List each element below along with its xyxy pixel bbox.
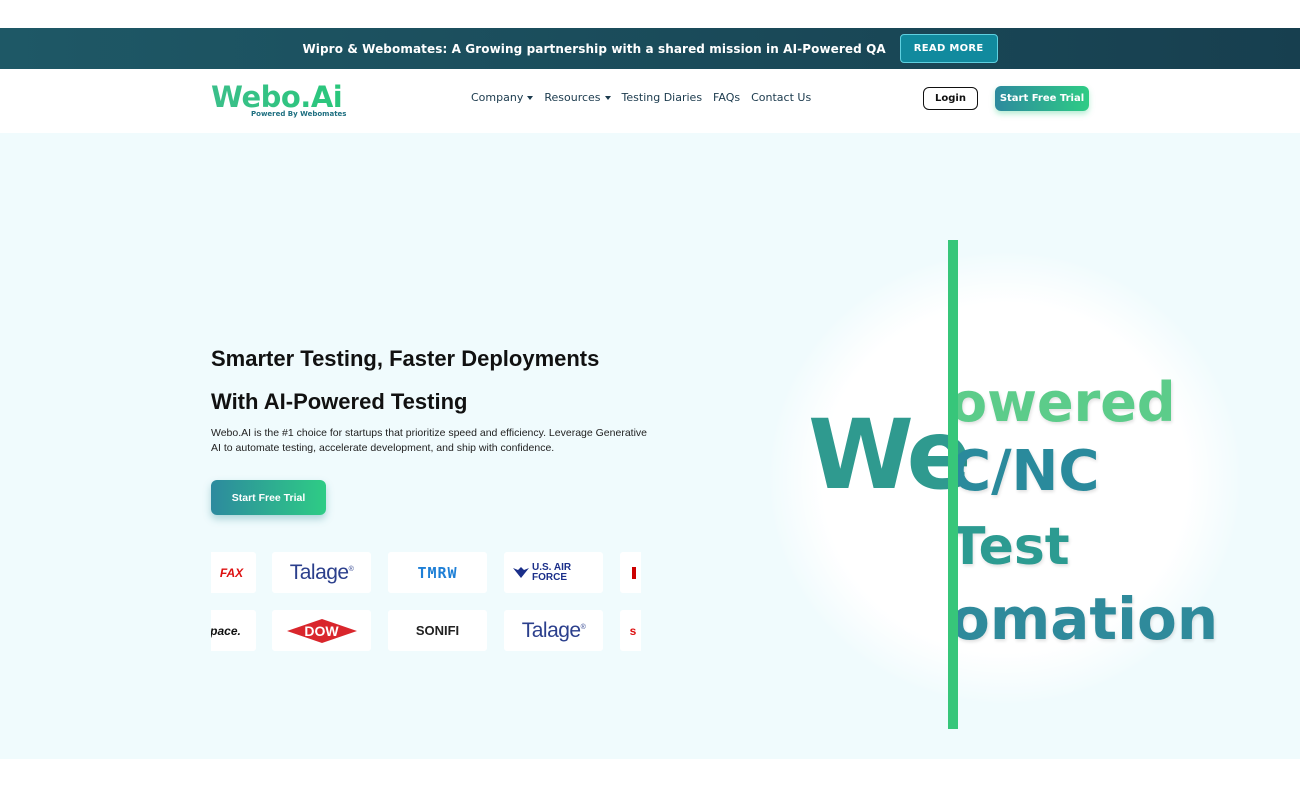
webo-ai-logo[interactable]: Webo.Ai Powered By Webomates (211, 82, 351, 122)
fax-logo: FAX (219, 565, 244, 580)
read-more-button[interactable]: READ MORE (899, 34, 998, 63)
panel-reveal-bar (948, 240, 958, 729)
client-logo-carousel: FAX Talage® TMRW U.S. AIR FORCE pace. DO… (211, 552, 641, 652)
logo-tile: U.S. AIR FORCE (504, 552, 603, 593)
dow-logo: DOW (286, 618, 358, 644)
nav-links: Company Resources Testing Diaries FAQs C… (471, 91, 811, 104)
sonifi-logo: SONIFI (415, 623, 460, 638)
hero-subtext: Webo.AI is the #1 choice for startups th… (211, 427, 647, 454)
logo-row-1: FAX Talage® TMRW U.S. AIR FORCE (211, 552, 641, 593)
partial-logo-mark: s (629, 623, 637, 638)
pace-logo: pace. (211, 623, 241, 638)
partial-logo-mark (632, 566, 636, 579)
hero-headline: Smarter Testing, Faster Deployments With… (211, 337, 671, 423)
logo-tile: TMRW (388, 552, 487, 593)
logo-tile: Talage® (504, 610, 603, 651)
logo-tile: DOW (272, 610, 371, 651)
panel-word-2: C/NC (950, 439, 1100, 504)
hero-headline-line1: Smarter Testing, Faster Deployments (211, 346, 600, 371)
nav-start-free-trial-button[interactable]: Start Free Trial (995, 86, 1089, 111)
panel-word-4: omation (950, 585, 1219, 653)
panel-word-stack: owered C/NC Test omation (950, 213, 1300, 733)
animated-text-panel: We owered C/NC Test omation (740, 213, 1300, 733)
nav-resources[interactable]: Resources (544, 91, 611, 104)
chevron-down-icon (604, 95, 611, 100)
talage-logo-text: Talage (521, 618, 581, 642)
logo-tile: s (620, 610, 641, 651)
us-air-force-logo: U.S. AIR FORCE (513, 561, 594, 583)
talage-logo-text: Talage (289, 560, 349, 584)
hero-headline-line2: With AI-Powered Testing (211, 389, 468, 414)
us-air-force-text: U.S. AIR FORCE (532, 561, 572, 583)
talage-logo: Talage® (289, 560, 354, 584)
logo-tile (620, 552, 641, 593)
nav-testing-diaries[interactable]: Testing Diaries (622, 91, 703, 104)
logo-wordmark: Webo.Ai (211, 82, 351, 113)
logo-tile: Talage® (272, 552, 371, 593)
nav-resources-label: Resources (544, 91, 601, 104)
nav-contact-us[interactable]: Contact Us (751, 91, 811, 104)
nav-company[interactable]: Company (471, 91, 534, 104)
page: Wipro & Webomates: A Growing partnership… (0, 0, 1300, 788)
nav-company-label: Company (471, 91, 524, 104)
login-button[interactable]: Login (923, 87, 978, 110)
chevron-down-icon (527, 95, 534, 100)
panel-word-1: owered (950, 371, 1176, 434)
tmrw-logo: TMRW (417, 563, 458, 582)
logo-tagline: Powered By Webomates (251, 110, 347, 118)
hero-section: Smarter Testing, Faster Deployments With… (0, 133, 1300, 759)
logo-tile: pace. (211, 610, 256, 651)
talage-logo: Talage® (521, 618, 586, 642)
announcement-message: Wipro & Webomates: A Growing partnership… (302, 41, 886, 56)
below-fold-strip (0, 759, 1300, 788)
nav-faqs[interactable]: FAQs (713, 91, 740, 104)
logo-tile: FAX (211, 552, 256, 593)
logo-tile: SONIFI (388, 610, 487, 651)
hero-start-free-trial-button[interactable]: Start Free Trial (211, 480, 326, 515)
dow-logo-text: DOW (304, 622, 339, 639)
panel-big-letters: We (808, 399, 972, 511)
panel-word-3: Test (950, 517, 1070, 577)
air-force-wings-icon (513, 566, 529, 578)
top-navigation: Webo.Ai Powered By Webomates Company Res… (0, 69, 1300, 133)
announcement-bar: Wipro & Webomates: A Growing partnership… (0, 28, 1300, 69)
logo-row-2: pace. DOW SONIFI Talage® s (211, 610, 641, 651)
